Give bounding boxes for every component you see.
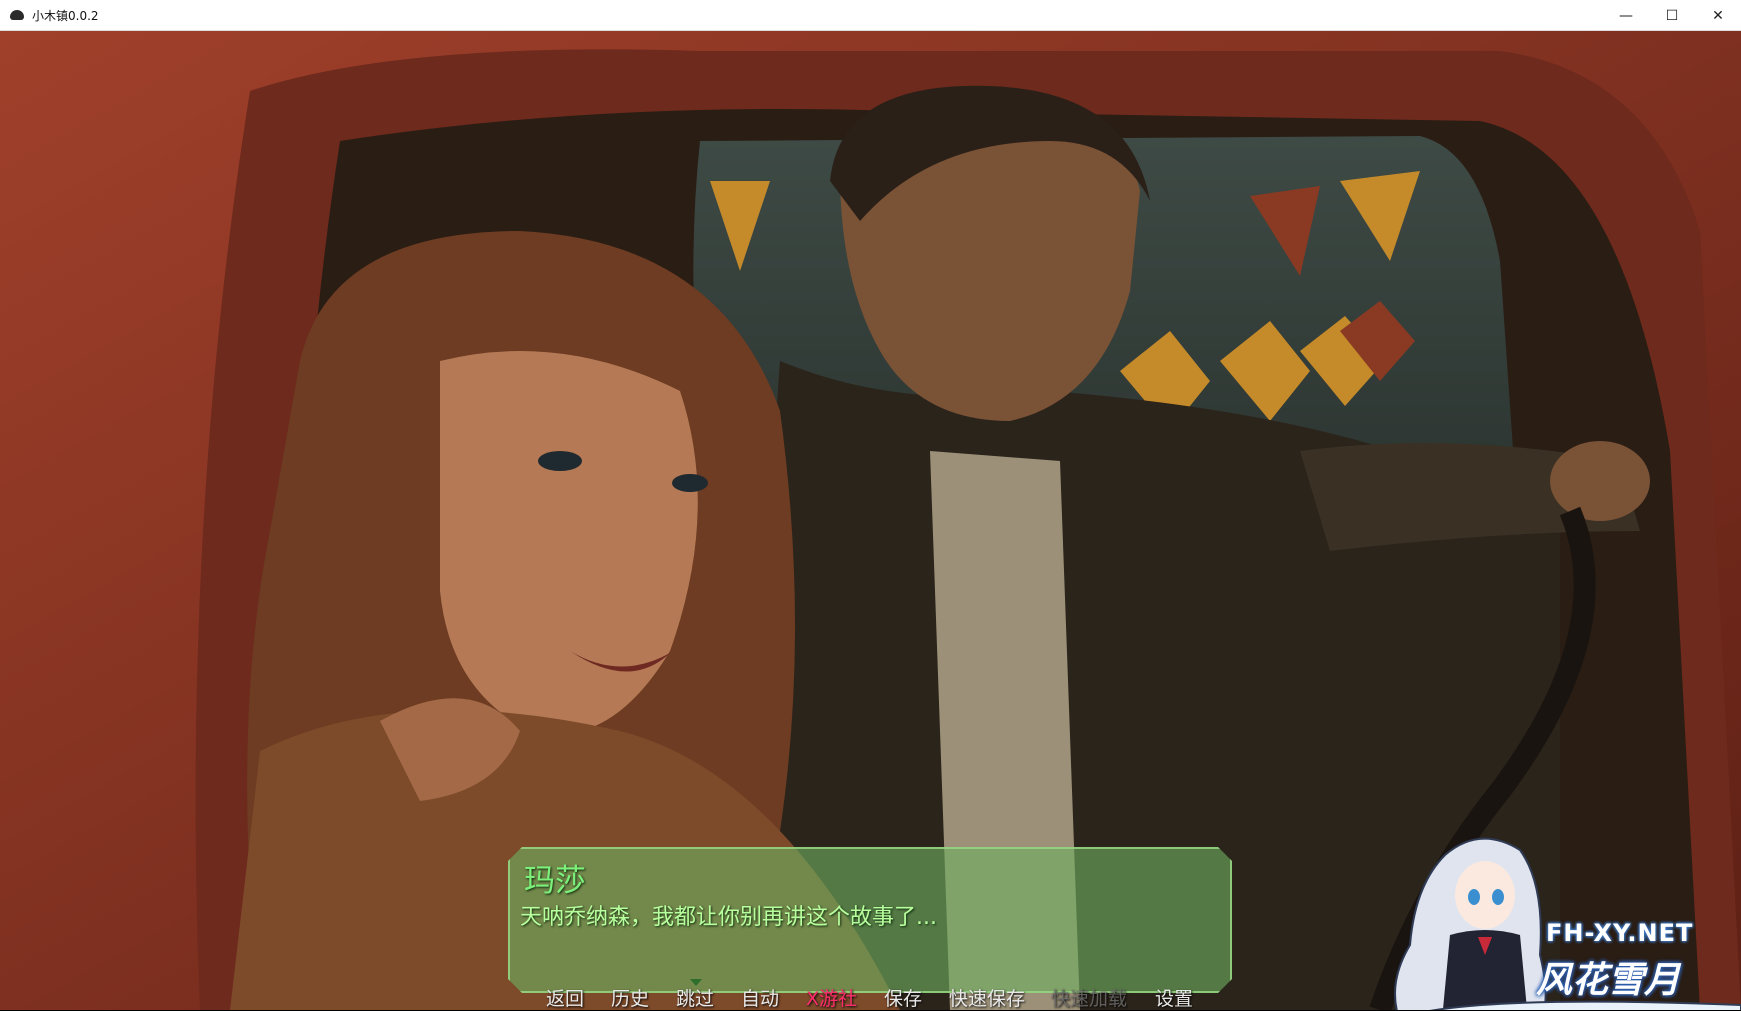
window-title-bar[interactable]: 小木镇0.0.2 — ☐ ✕ [0,0,1741,31]
woman-right-eye [672,474,708,492]
mascot-face [1455,861,1515,929]
woman-left-eye [538,451,582,471]
quick-menu-back[interactable]: 返回 [546,984,584,1011]
dialogue-text: 天呐乔纳森，我都让你别再讲这个故事了... [520,905,937,930]
quick-menu-skip[interactable]: 跳过 [676,984,714,1011]
quick-menu-quick-load[interactable]: 快速加载 [1051,984,1127,1011]
quick-menu-settings[interactable]: 设置 [1155,984,1193,1011]
window-controls: — ☐ ✕ [1603,0,1741,31]
quick-menu-xyoushe[interactable]: X游社 [806,984,857,1011]
quick-menu-history[interactable]: 历史 [611,984,649,1011]
watermark-url: FH-XY.NET [1546,919,1694,947]
close-button[interactable]: ✕ [1695,0,1741,31]
dialogue-box[interactable]: 玛莎 天呐乔纳森，我都让你别再讲这个故事了... [508,847,1232,993]
quick-menu-quick-save[interactable]: 快速保存 [949,984,1025,1011]
maximize-button[interactable]: ☐ [1649,0,1695,31]
game-scene[interactable]: 玛莎 天呐乔纳森，我都让你别再讲这个故事了... FH-XY.NET 风花雪月 [0,31,1741,1010]
minimize-button[interactable]: — [1603,0,1649,31]
mascot-right-eye [1492,889,1504,905]
window-title: 小木镇0.0.2 [32,8,99,23]
app-icon [10,10,24,20]
speaker-name: 玛莎 [524,863,586,899]
mascot-left-eye [1468,889,1480,905]
man-hand [1550,441,1650,521]
quick-menu-auto[interactable]: 自动 [741,984,779,1011]
quick-menu-save[interactable]: 保存 [884,984,922,1011]
quick-menu: 返回 历史 跳过 自动 X游社 保存 快速保存 快速加载 设置 [0,982,1741,1010]
